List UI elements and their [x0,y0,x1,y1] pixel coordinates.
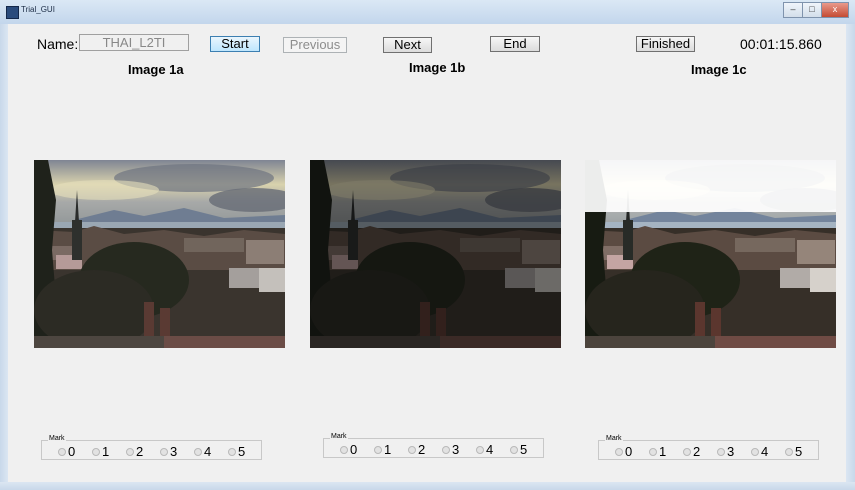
radio-icon[interactable] [649,447,657,456]
radio-icon[interactable] [374,445,382,454]
image-1b [310,160,561,348]
window-frame-right [846,24,855,490]
elapsed-timer: 00:01:15.860 [740,36,822,52]
radio-icon[interactable] [476,445,484,454]
mark-option-5[interactable]: 5 [228,444,262,459]
maximize-button[interactable]: □ [802,2,822,18]
window-frame-left [0,24,8,490]
image-1a [34,160,285,348]
mark-option-2[interactable]: 2 [408,442,442,457]
radio-icon[interactable] [194,447,202,456]
next-button[interactable]: Next [383,37,432,53]
mark-option-0[interactable]: 0 [58,444,92,459]
radio-icon[interactable] [785,447,793,456]
window-title: Trial_GUI [21,5,55,14]
radio-icon[interactable] [615,447,623,456]
window-controls: – □ x [783,2,849,18]
end-button[interactable]: End [490,36,540,52]
mark-option-1[interactable]: 1 [92,444,126,459]
radio-icon[interactable] [683,447,691,456]
radio-icon[interactable] [408,445,416,454]
radio-icon[interactable] [92,447,100,456]
radio-icon[interactable] [340,445,348,454]
mark-legend: Mark [330,433,348,440]
window-frame-bottom [0,482,855,490]
radio-icon[interactable] [751,447,759,456]
mark-option-3[interactable]: 3 [717,444,751,459]
mark-option-5[interactable]: 5 [510,442,544,457]
radio-icon[interactable] [160,447,168,456]
mark-option-4[interactable]: 4 [194,444,228,459]
mark-option-4[interactable]: 4 [476,442,510,457]
image-1c-title: Image 1c [691,62,747,77]
close-button[interactable]: x [821,2,849,18]
start-button[interactable]: Start [210,36,260,52]
radio-icon[interactable] [58,447,66,456]
radio-icon[interactable] [510,445,518,454]
radio-icon[interactable] [717,447,725,456]
app-icon [6,6,19,19]
mark-option-4[interactable]: 4 [751,444,785,459]
image-1b-title: Image 1b [409,60,466,75]
mark-legend: Mark [605,435,623,442]
mark-group-1b: Mark 0 1 2 3 4 5 [323,433,544,458]
radio-icon[interactable] [228,447,236,456]
radio-icon[interactable] [442,445,450,454]
image-1c [585,160,836,348]
previous-button[interactable]: Previous [283,37,347,53]
image-1a-title: Image 1a [128,62,184,77]
mark-option-1[interactable]: 1 [374,442,408,457]
name-field[interactable] [79,34,189,51]
window-titlebar: Trial_GUI – □ x [0,0,855,25]
mark-option-1[interactable]: 1 [649,444,683,459]
mark-option-0[interactable]: 0 [615,444,649,459]
name-label: Name: [37,36,79,52]
mark-option-3[interactable]: 3 [442,442,476,457]
mark-option-0[interactable]: 0 [340,442,374,457]
radio-icon[interactable] [126,447,134,456]
mark-group-1c: Mark 0 1 2 3 4 5 [598,435,819,460]
mark-group-1a: Mark 0 1 2 3 4 5 [41,435,262,460]
minimize-button[interactable]: – [783,2,803,18]
mark-option-3[interactable]: 3 [160,444,194,459]
finished-button[interactable]: Finished [636,36,695,52]
mark-option-5[interactable]: 5 [785,444,819,459]
mark-legend: Mark [48,435,66,442]
mark-option-2[interactable]: 2 [126,444,160,459]
mark-option-2[interactable]: 2 [683,444,717,459]
